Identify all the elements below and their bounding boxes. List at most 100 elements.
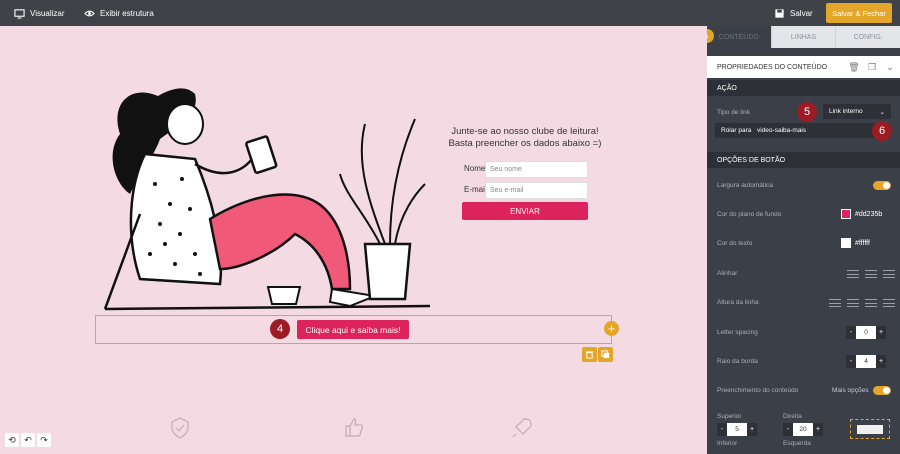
align-right-icon[interactable] [883,270,895,278]
trash-icon[interactable]: 🗑 [847,60,861,74]
border-radius-stepper: - 4 + [846,355,886,368]
editor-canvas: Junte-se ao nosso clube de leitura! Bast… [0,26,707,454]
align-center-icon[interactable] [865,270,877,278]
auto-width-label: Largura automática [717,182,774,189]
padding-right-label: Direita [783,413,802,420]
name-label: Nome [464,164,486,173]
more-options-toggle[interactable] [873,386,891,395]
signup-headline: Junte-se ao nosso clube de leitura! Bast… [440,126,610,150]
bg-color-swatch[interactable] [841,209,851,219]
action-section-header: AÇÃO [707,80,900,96]
trash-icon[interactable] [582,347,597,362]
show-structure-label: Exibir estrutura [100,8,154,18]
padding-label: Preenchimento do conteúdo [717,387,799,394]
letter-spacing-decrement[interactable]: - [846,326,856,339]
chevron-down-icon: ⌄ [879,108,885,116]
text-color-value[interactable]: #ffffff [855,240,870,247]
properties-panel: CONTEÚDO LINHAS CONFIG. › PROPRIEDADES D… [707,26,900,454]
link-type-select[interactable]: Link interno ⌄ [823,104,891,119]
eye-icon [84,10,95,16]
email-label: E-mail [464,185,487,194]
padding-right-increment[interactable]: + [813,423,823,436]
redo-icon[interactable]: ↷ [37,433,51,447]
padding-top-value[interactable]: 5 [727,423,747,436]
email-input[interactable]: Seu e-mail [485,182,588,199]
headline-line-1: Junte-se ao nosso clube de leitura! [451,126,599,137]
padding-top-label: Superior [717,413,742,420]
text-color-swatch[interactable] [841,238,851,248]
link-type-value: Link interno [829,108,863,115]
content-properties-header: PROPRIEDADES DO CONTEÚDO 🗑 ❐ ⌄ [707,56,900,78]
step-badge-4: 4 [270,319,290,339]
step-badge-6: 6 [872,121,892,141]
border-radius-label: Raio da borda [717,358,758,365]
chevron-down-icon[interactable]: ⌄ [883,60,897,74]
headline-line-2: Basta preencher os dados abaixo =) [448,138,602,149]
name-input[interactable]: Seu nome [485,161,588,178]
button-options-header: OPÇÕES DE BOTÃO [707,152,900,168]
save-close-button[interactable]: Salvar & Fechar [826,3,892,23]
save-label: Salvar [790,8,813,18]
panel-tabs: CONTEÚDO LINHAS CONFIG. [707,26,900,48]
scroll-to-field[interactable]: Rolar para video-saiba-mais [715,123,885,138]
align-options [847,270,895,278]
tab-content[interactable]: CONTEÚDO [707,26,771,48]
padding-right-value[interactable]: 20 [793,423,813,436]
bg-color-value[interactable]: #dd235b [855,211,882,218]
undo-icon[interactable]: ↶ [21,433,35,447]
padding-right-decrement[interactable]: - [783,423,793,436]
letter-spacing-value[interactable]: 0 [856,326,876,339]
line-height-xlarge-icon[interactable] [883,299,895,307]
tab-rows[interactable]: LINHAS [770,26,836,48]
align-label: Alinhar [717,270,738,277]
save-button[interactable]: Salvar [774,0,813,26]
line-height-options [829,299,895,307]
bg-color-label: Cor do plano de fundo [717,211,782,218]
border-radius-value[interactable]: 4 [856,355,876,368]
thumbs-up-icon [345,418,364,437]
line-height-label: Altura da linha [717,299,759,306]
tab-settings[interactable]: CONFIG. [835,26,900,48]
align-left-icon[interactable] [847,270,859,278]
scroll-to-value: video-saiba-mais [757,127,807,134]
top-toolbar: Visualizar Exibir estrutura Salvar Salva… [0,0,900,26]
line-height-large-icon[interactable] [865,299,877,307]
preview-label: Visualizar [30,8,65,18]
more-options-label: Mais opções [832,387,869,394]
link-type-label: Tipo de link [717,109,750,116]
letter-spacing-increment[interactable]: + [876,326,886,339]
scroll-to-label: Rolar para [721,127,752,134]
letter-spacing-label: Letter spacing [717,329,758,336]
padding-preview [850,419,890,439]
cta-button[interactable]: Clique aqui e saiba mais! [297,320,409,339]
padding-top-stepper: - 5 + [717,423,757,436]
props-title: PROPRIEDADES DO CONTEÚDO [717,63,828,71]
duplicate-icon[interactable] [598,347,613,362]
history-tools: ⟲ ↶ ↷ [5,433,51,447]
preview-button[interactable]: Visualizar [14,0,65,26]
border-radius-decrement[interactable]: - [846,355,856,368]
padding-bottom-label: Inferior [717,440,738,447]
letter-spacing-stepper: - 0 + [846,326,886,339]
floppy-icon [775,8,784,18]
line-height-medium-icon[interactable] [847,299,859,307]
submit-button[interactable]: ENVIAR [462,202,588,220]
step-badge-5: 5 [797,102,817,122]
auto-width-toggle[interactable] [873,181,891,190]
copy-icon[interactable]: ❐ [865,60,879,74]
shield-check-icon [171,417,189,439]
text-color-label: Cor do texto [717,240,753,247]
monitor-icon [14,8,25,19]
padding-top-decrement[interactable]: - [717,423,727,436]
line-height-small-icon[interactable] [829,299,841,307]
show-structure-button[interactable]: Exibir estrutura [84,0,154,26]
border-radius-increment[interactable]: + [876,355,886,368]
padding-preview-button [857,424,883,434]
reading-woman-illustration [103,88,430,311]
padding-left-label: Esquerda [783,440,811,447]
add-block-icon[interactable]: + [604,321,619,336]
rocket-icon [512,418,532,438]
padding-top-increment[interactable]: + [747,423,757,436]
padding-right-stepper: - 20 + [783,423,823,436]
history-icon[interactable]: ⟲ [5,433,19,447]
